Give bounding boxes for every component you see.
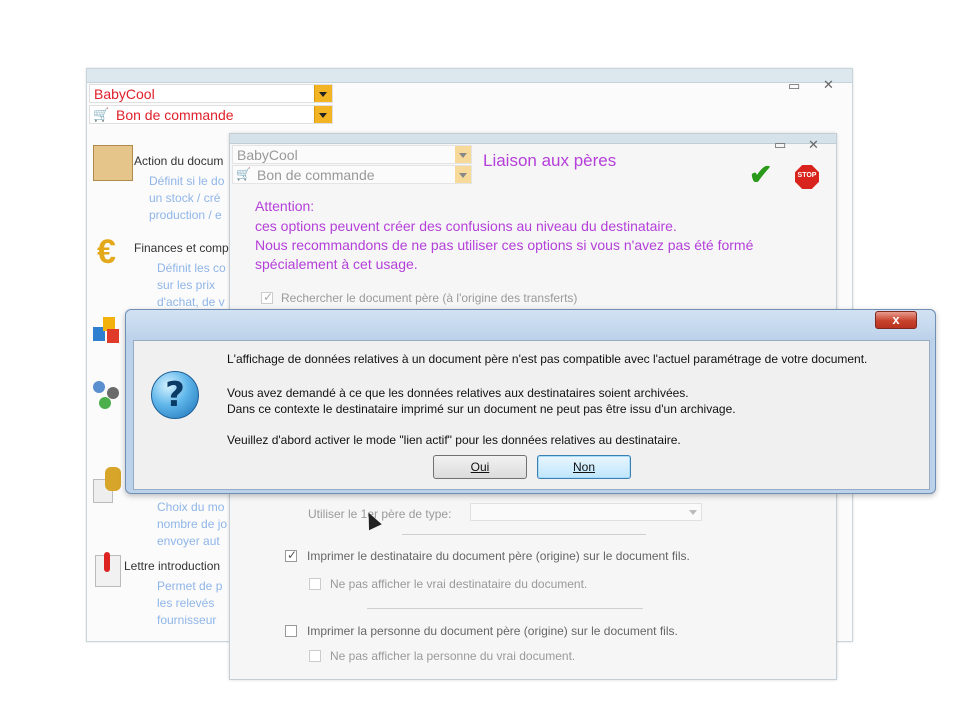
chevron-down-icon[interactable] (455, 166, 471, 183)
chevron-down-icon[interactable] (314, 85, 332, 102)
section-label[interactable]: Action du docum (134, 154, 223, 168)
doctype-value: Bon de commande (257, 167, 375, 183)
print-recipient-label: Imprimer le destinataire du document pèr… (307, 549, 690, 563)
dialog-message: Dans ce contexte le destinataire imprimé… (227, 402, 736, 416)
section-desc: fournisseur (157, 613, 217, 627)
chevron-down-icon[interactable] (455, 146, 471, 163)
chevron-down-icon[interactable] (314, 106, 332, 123)
shelf-icon (93, 145, 133, 181)
separator (402, 534, 646, 535)
no-button-label: Non (572, 460, 595, 474)
hide-person-checkbox[interactable] (309, 650, 321, 662)
dialog-message: Veuillez d'abord activer le mode "lien a… (227, 433, 681, 447)
doctype-select[interactable]: 🛒 Bon de commande (232, 165, 472, 184)
company-value: BabyCool (237, 147, 298, 163)
section-desc: production / e (149, 208, 222, 222)
section-desc: sur les prix (157, 278, 216, 292)
section-desc: les relevés (157, 596, 215, 610)
euro-icon: € (97, 233, 116, 271)
company-value: BabyCool (94, 86, 155, 102)
company-select[interactable]: BabyCool (89, 84, 333, 103)
search-parent-label: Rechercher le document père (à l'origine… (281, 291, 578, 305)
close-icon[interactable]: ✕ (823, 78, 834, 91)
dialog-close-button[interactable]: x (875, 311, 917, 329)
network-icon (93, 381, 125, 411)
dialog-message: Vous avez demandé à ce que les données r… (227, 386, 689, 400)
blocks-icon (93, 317, 123, 345)
stop-icon[interactable]: STOP (795, 165, 819, 189)
attention-line: ces options peuvent créer des confusions… (255, 218, 677, 234)
search-parent-checkbox[interactable] (261, 290, 273, 304)
close-icon[interactable]: ✕ (808, 138, 819, 151)
section-label[interactable]: Finances et comp (134, 241, 229, 255)
attention-title: Attention: (255, 198, 315, 214)
attention-line: spécialement à cet usage. (255, 256, 418, 272)
money-icon (93, 467, 123, 503)
letter-icon (95, 552, 121, 587)
section-label[interactable]: Lettre introduction (124, 559, 220, 573)
dialog-body: ? L'affichage de données relatives à un … (133, 340, 930, 490)
parent-type-select[interactable] (470, 503, 702, 521)
doctype-select[interactable]: 🛒 Bon de commande (89, 105, 333, 124)
company-select[interactable]: BabyCool (232, 145, 472, 164)
hide-person-label: Ne pas afficher la personne du vrai docu… (330, 649, 576, 663)
confirm-dialog: x ? L'affichage de données relatives à u… (125, 309, 936, 494)
section-desc: Permet de p (157, 579, 223, 593)
question-icon: ? (151, 371, 199, 419)
print-person-checkbox[interactable] (285, 625, 297, 637)
print-person-label: Imprimer la personne du document père (o… (307, 624, 678, 638)
check-icon[interactable]: ✔ (749, 158, 772, 191)
section-desc: Choix du mo (157, 500, 225, 514)
print-recipient-checkbox[interactable] (285, 548, 297, 562)
attention-line: Nous recommandons de ne pas utiliser ces… (255, 237, 754, 253)
no-button[interactable]: Non (537, 455, 631, 479)
dialog-message: L'affichage de données relatives à un do… (227, 352, 868, 366)
hide-recipient-checkbox[interactable] (309, 578, 321, 590)
minimize-icon[interactable]: ▭ (774, 138, 786, 151)
section-desc: Définit les co (157, 261, 226, 275)
section-desc: envoyer aut (157, 534, 220, 548)
section-desc: un stock / cré (149, 191, 221, 205)
close-icon: x (892, 312, 900, 327)
hide-recipient-label: Ne pas afficher le vrai destinataire du … (330, 577, 588, 591)
cart-icon: 🛒 (236, 167, 251, 181)
chevron-down-icon[interactable] (689, 510, 697, 515)
section-desc: Définit si le do (149, 174, 225, 188)
separator (367, 608, 643, 609)
section-desc: nombre de jo (157, 517, 228, 531)
liaison-window-titlebar (230, 134, 836, 144)
window-title: Liaison aux pères (483, 151, 617, 170)
doctype-value: Bon de commande (116, 107, 234, 123)
yes-button-label: Oui (470, 460, 490, 474)
dialog-titlebar (126, 310, 935, 340)
yes-button[interactable]: Oui (433, 455, 527, 479)
main-window-titlebar (87, 69, 852, 83)
cart-icon: 🛒 (93, 107, 110, 122)
use-parent-type-label: Utiliser le 1er père de type: (308, 507, 452, 521)
minimize-icon[interactable]: ▭ (788, 79, 800, 92)
